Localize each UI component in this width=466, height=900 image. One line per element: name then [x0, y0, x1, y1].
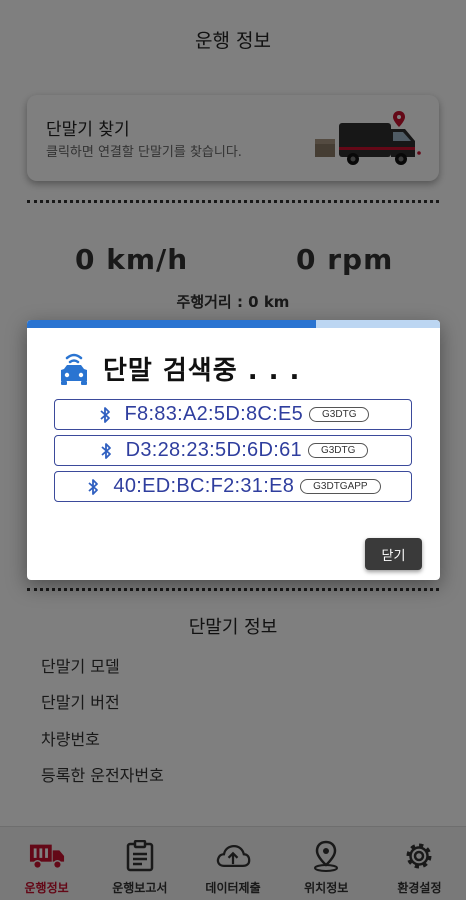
device-mac-address: 40:ED:BC:F2:31:E8: [113, 475, 295, 497]
close-button[interactable]: 닫기: [365, 538, 422, 570]
device-mac-address: D3:28:23:5D:6D:61: [125, 439, 302, 461]
bluetooth-icon: [101, 442, 111, 459]
device-list-item[interactable]: D3:28:23:5D:6D:61 G3DTG: [54, 435, 412, 466]
device-name-badge: G3DTG: [309, 407, 370, 422]
device-mac-address: F8:83:A2:5D:8C:E5: [124, 403, 304, 425]
device-name-badge: G3DTGAPP: [300, 479, 381, 494]
device-name-badge: G3DTG: [307, 443, 369, 458]
device-list-item[interactable]: 40:ED:BC:F2:31:E8 G3DTGAPP: [54, 471, 412, 502]
search-progress-bar: [27, 320, 440, 328]
search-progress-fill: [27, 320, 317, 328]
bluetooth-icon: [88, 478, 99, 495]
dialog-title: 단말 검색중 . . .: [103, 356, 301, 386]
device-search-dialog: 단말 검색중 . . . F8:83:A2:5D:8C:E5 G3DTG D3:…: [27, 320, 440, 580]
bluetooth-icon: [99, 406, 110, 423]
car-signal-icon: [61, 353, 87, 385]
device-list-item[interactable]: F8:83:A2:5D:8C:E5 G3DTG: [54, 399, 412, 430]
